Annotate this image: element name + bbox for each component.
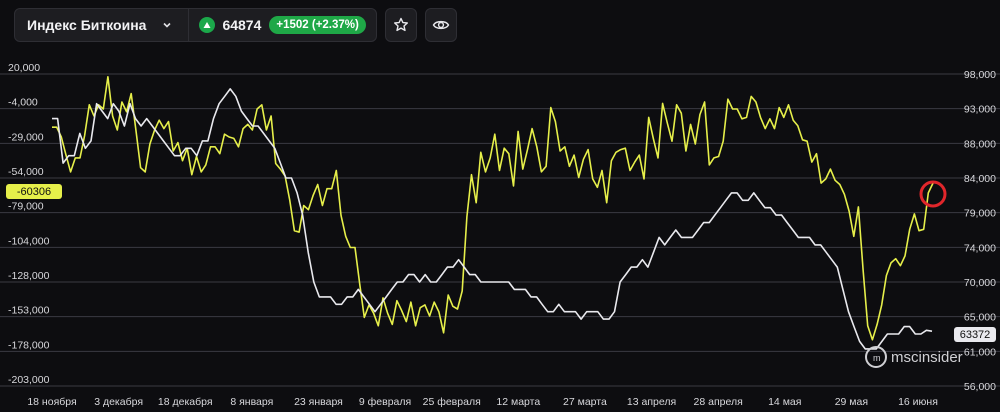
y-left-tick-label: -178,000: [8, 339, 50, 351]
y-right-tick-label: 93,000: [964, 104, 996, 116]
x-tick-label: 9 февраля: [359, 396, 411, 408]
x-tick-label: 13 апреля: [627, 396, 676, 408]
y-right-tick-label: 74,000: [964, 242, 996, 254]
header-bar: Индекс Биткоина 64874 +1502 (+2.37%): [14, 8, 457, 42]
last-value-left: -60306: [17, 186, 51, 198]
star-icon: [393, 17, 408, 32]
y-left-tick-label: -153,000: [8, 305, 50, 317]
favorite-button[interactable]: [384, 8, 417, 42]
y-right-tick-label: 65,000: [964, 312, 996, 324]
eye-icon: [432, 20, 450, 30]
series-line-yellow: [52, 76, 934, 341]
last-value-right: 63372: [960, 329, 991, 341]
chevron-down-icon[interactable]: [160, 18, 174, 32]
watermark-logo: m mscinsider: [865, 346, 963, 368]
x-tick-label: 14 мая: [768, 396, 801, 408]
x-tick-label: 18 ноября: [27, 396, 76, 408]
y-right-tick-label: 70,000: [964, 277, 996, 289]
y-left-tick-label: -29,000: [8, 131, 44, 143]
x-tick-label: 28 апреля: [694, 396, 743, 408]
x-tick-label: 3 декабря: [94, 396, 143, 408]
x-tick-label: 25 февраля: [423, 396, 481, 408]
index-price: 64874: [222, 17, 262, 33]
last-value-tag-left: -60306: [6, 184, 62, 199]
y-left-tick-label: -104,000: [8, 235, 50, 247]
x-tick-label: 23 января: [294, 396, 343, 408]
change-badge: +1502 (+2.37%): [269, 16, 366, 34]
y-left-tick-label: -128,000: [8, 270, 50, 282]
svg-text:m: m: [873, 353, 881, 363]
ticker-selector[interactable]: Индекс Биткоина 64874 +1502 (+2.37%): [14, 8, 377, 42]
y-left-tick-label: -4,000: [8, 97, 38, 109]
y-right-tick-label: 84,000: [964, 173, 996, 185]
grid-lines: [0, 73, 1000, 387]
view-button[interactable]: [424, 8, 457, 42]
y-left-tick-label: -54,000: [8, 166, 44, 178]
index-title: Индекс Биткоина: [27, 17, 147, 33]
x-tick-label: 16 июня: [898, 396, 938, 408]
x-tick-label: 27 марта: [563, 396, 607, 408]
watermark-text: mscinsider: [891, 349, 963, 366]
x-tick-label: 12 марта: [496, 396, 540, 408]
x-tick-label: 18 декабря: [158, 396, 213, 408]
x-tick-label: 29 мая: [835, 396, 868, 408]
y-right-tick-label: 88,000: [964, 138, 996, 150]
x-tick-label: 8 января: [230, 396, 273, 408]
y-right-tick-label: 79,000: [964, 208, 996, 220]
y-left-tick-label: 20,000: [8, 62, 40, 74]
highlight-circle: [919, 180, 947, 208]
right-axis-labels: 98,000 93,000 88,000 84,000 79,000 74,000 70,0…: [964, 69, 996, 393]
triangle-up-icon: [199, 17, 216, 33]
y-left-tick-label: -203,000: [8, 374, 50, 386]
series-line-white: [52, 88, 933, 350]
line-chart: 20,000 -4,000 -29,000 -54,000 -79,000 -104,00…: [0, 62, 1000, 408]
y-right-tick-label: 56,000: [964, 381, 996, 393]
left-axis-labels: 20,000 -4,000 -29,000 -54,000 -79,000 -104,00…: [8, 62, 50, 386]
y-right-tick-label: 61,000: [964, 346, 996, 358]
last-value-tag-right: 63372: [954, 327, 996, 342]
divider: [188, 8, 190, 42]
x-axis-labels: 18 ноября 3 декабря 18 декабря 8 января 23 я…: [27, 396, 938, 408]
y-left-tick-label: -79,000: [8, 201, 44, 213]
y-right-tick-label: 98,000: [964, 69, 996, 81]
